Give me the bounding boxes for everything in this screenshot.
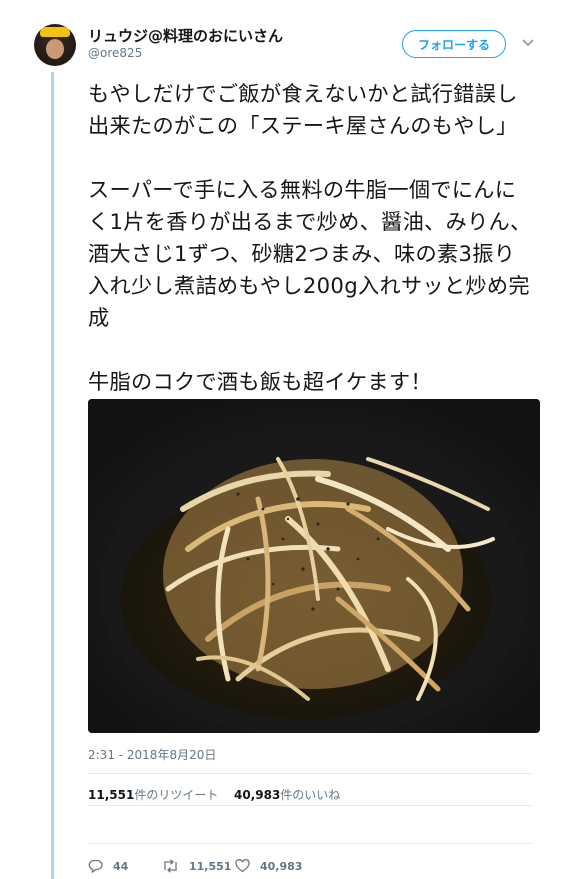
retweets-count[interactable]: 11,551 — [88, 788, 134, 802]
retweet-button[interactable]: 11,551 — [162, 859, 235, 873]
retweets-label[interactable]: 件のリツイート — [134, 788, 218, 802]
likes-count[interactable]: 40,983 — [234, 788, 280, 802]
avatar-headband — [40, 27, 70, 37]
divider — [88, 843, 533, 844]
retweet-icon — [164, 859, 177, 873]
author-handle[interactable]: @ore825 — [88, 46, 142, 60]
avatar-face — [46, 39, 64, 59]
follow-button[interactable]: フォローする — [402, 30, 506, 58]
tweet-photo[interactable] — [88, 399, 540, 733]
reply-count: 44 — [113, 859, 129, 873]
follow-button-label: フォローする — [417, 37, 490, 52]
bean-sprouts-photo — [88, 399, 540, 733]
likes-label[interactable]: 件のいいね — [280, 788, 340, 802]
tweet-paragraph: スーパーで手に入る無料の牛脂一個でにんにく1片を香りが出るまで炒め、醤油、みりん… — [88, 177, 532, 330]
tweet-timestamp[interactable]: 2:31 - 2018年8月20日 — [88, 746, 216, 763]
tweet-actions: 44 11,551 40,983 — [88, 856, 302, 876]
author-display-name[interactable]: リュウジ@料理のおにいさん — [88, 25, 283, 46]
reply-icon — [88, 859, 103, 873]
divider — [88, 773, 533, 774]
like-count: 40,983 — [260, 859, 303, 873]
like-button[interactable]: 40,983 — [235, 859, 302, 873]
retweet-count: 11,551 — [189, 859, 232, 873]
reply-button[interactable]: 44 — [88, 859, 162, 873]
tweet-paragraph: 牛脂のコクで酒も飯も超イケます！ — [88, 369, 432, 394]
tweet-paragraph: もやしだけでご飯が食えないかと試行錯誤し出来たのがこの「ステーキ屋さんのもやし」 — [88, 81, 518, 138]
thread-line — [51, 72, 54, 879]
tweet-text: もやしだけでご飯が食えないかと試行錯誤し出来たのがこの「ステーキ屋さんのもやし」… — [88, 78, 533, 398]
avatar[interactable] — [34, 24, 76, 66]
engagement-stats: 11,551件のリツイート 40,983件のいいね — [88, 786, 340, 803]
heart-icon — [235, 859, 250, 873]
divider — [88, 805, 533, 806]
chevron-down-icon[interactable] — [522, 38, 534, 48]
